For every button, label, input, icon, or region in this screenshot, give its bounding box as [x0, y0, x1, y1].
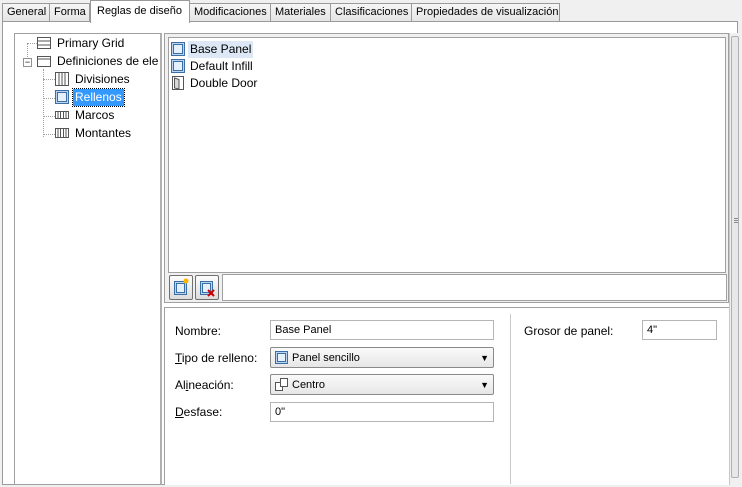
add-infill-button[interactable]: [169, 275, 193, 300]
add-icon: [174, 278, 189, 295]
delete-infill-button[interactable]: [195, 275, 219, 300]
infill-icon: [55, 90, 69, 104]
properties-divider: [510, 314, 511, 484]
panel-icon: [171, 42, 185, 56]
tree-node-montantes[interactable]: Montantes: [55, 125, 160, 142]
tree-node-rellenos[interactable]: Rellenos: [55, 88, 160, 107]
tree-node-primary-grid[interactable]: Primary Grid: [37, 35, 160, 52]
tipo-de-relleno-label: Tipo de relleno:: [175, 351, 258, 365]
tree-node-divisiones[interactable]: Divisiones: [55, 71, 160, 88]
chevron-down-icon: ▼: [480, 380, 489, 390]
tipo-de-relleno-value: Panel sencillo: [292, 352, 360, 364]
list-name-field[interactable]: [222, 274, 727, 301]
tree-node-label: Primary Grid: [57, 36, 125, 50]
mullions-icon: [55, 128, 69, 138]
infill-definitions-pane: Base Panel Default Infill Double Door: [164, 33, 729, 303]
panel-icon: [171, 59, 185, 73]
grosor-de-panel-field[interactable]: 4": [642, 320, 717, 340]
tab-modificaciones[interactable]: Modificaciones: [189, 3, 271, 22]
tab-general[interactable]: General: [2, 3, 50, 22]
door-icon: [172, 76, 184, 90]
alineacion-label: Alineación:: [175, 378, 234, 392]
grosor-de-panel-label: Grosor de panel:: [524, 324, 614, 338]
tipo-de-relleno-select[interactable]: Panel sencillo ▼: [270, 347, 494, 368]
chevron-down-icon: ▼: [480, 353, 489, 363]
folder-icon: [37, 56, 51, 67]
nombre-label: Nombre:: [175, 324, 222, 338]
frames-icon: [55, 111, 69, 119]
tab-materiales[interactable]: Materiales: [270, 3, 331, 22]
tab-clasificaciones[interactable]: Clasificaciones: [330, 3, 412, 22]
divisions-icon: [55, 72, 69, 86]
panel-icon: [275, 351, 288, 364]
grid-icon: [37, 37, 51, 49]
tree-node-label: Marcos: [75, 108, 115, 122]
tree-node-label: Rellenos: [72, 88, 125, 107]
desfase-label: Desfase:: [175, 405, 223, 419]
align-center-icon: [275, 378, 288, 391]
desfase-field[interactable]: 0": [270, 402, 494, 422]
tree-expander[interactable]: −: [23, 58, 32, 67]
tree-node-marcos[interactable]: Marcos: [55, 107, 160, 124]
design-rules-tree[interactable]: Primary Grid − Definiciones de ele Divis…: [14, 33, 162, 485]
tab-forma[interactable]: Forma: [49, 3, 90, 22]
infill-properties-pane: Nombre: Base Panel Tipo de relleno: Pane…: [164, 307, 729, 485]
list-item-label: Double Door: [190, 76, 258, 90]
alineacion-select[interactable]: Centro ▼: [270, 374, 494, 395]
vertical-scrollbar[interactable]: [729, 33, 740, 485]
delete-icon: [200, 281, 215, 297]
tree-node-label: Montantes: [75, 126, 132, 140]
list-item-label: Default Infill: [190, 59, 253, 73]
infill-list[interactable]: Base Panel Default Infill Double Door: [168, 37, 726, 273]
list-item-label: Base Panel: [188, 41, 254, 58]
tree-node-label: Divisiones: [75, 72, 130, 86]
nombre-field[interactable]: Base Panel: [270, 320, 494, 340]
alineacion-value: Centro: [292, 379, 326, 391]
tree-node-definiciones[interactable]: Definiciones de ele: [37, 53, 160, 70]
scrollbar-thumb[interactable]: [731, 36, 739, 478]
tab-strip: General Forma Reglas de diseño Modificac…: [2, 0, 738, 23]
tab-propiedades-de-visualizacion[interactable]: Propiedades de visualización: [411, 3, 560, 22]
tab-reglas-de-diseno[interactable]: Reglas de diseño: [90, 0, 190, 23]
tree-node-label: Definiciones de ele: [57, 54, 159, 68]
